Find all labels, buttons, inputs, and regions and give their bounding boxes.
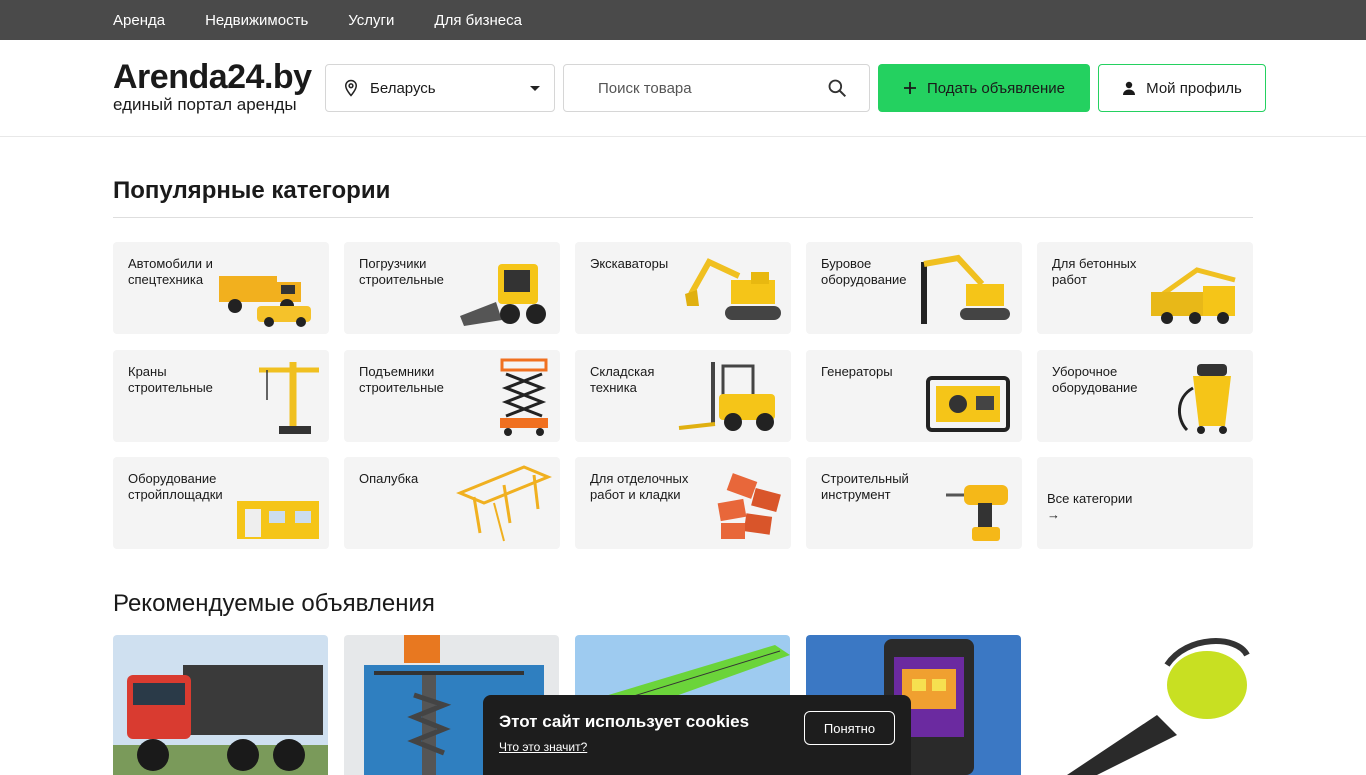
category-label: Погрузчики строительные — [359, 256, 444, 287]
region-select[interactable]: Беларусь — [325, 64, 555, 112]
location-pin-icon — [344, 79, 358, 97]
category-site-equipment[interactable]: Оборудование стройплощадки — [113, 457, 329, 549]
logo-title: Arenda24.by — [113, 58, 312, 96]
category-label: Подъемники строительные — [359, 363, 444, 395]
formwork-icon — [456, 465, 552, 542]
search-icon[interactable] — [827, 78, 847, 98]
top-nav: Аренда Недвижимость Услуги Для бизнеса — [0, 0, 1366, 40]
category-warehouse[interactable]: Складская техника — [575, 349, 791, 442]
section-divider — [113, 217, 1253, 218]
scissor-lift-icon — [500, 358, 548, 436]
plus-icon — [903, 82, 916, 94]
drilling-rig-icon — [921, 254, 1010, 324]
cookie-accept-button[interactable]: Понятно — [804, 711, 895, 745]
nav-link-rent[interactable]: Аренда — [113, 12, 165, 29]
nav-link-services[interactable]: Услуги — [348, 12, 394, 29]
logo-subtitle: единый портал аренды — [113, 95, 297, 114]
category-label: Строительный инструмент — [821, 471, 909, 502]
bricks-icon — [717, 473, 781, 539]
cookie-title: Этот сайт использует cookies — [499, 712, 750, 731]
recommended-title: Рекомендуемые объявления — [113, 590, 435, 617]
category-finishing[interactable]: Для отделочных работ и кладки — [575, 457, 791, 549]
profile-button[interactable]: Мой профиль — [1098, 64, 1266, 112]
skid-loader-icon — [460, 264, 546, 326]
category-label: Для отделочных работ и кладки — [590, 471, 689, 502]
search-box — [563, 64, 870, 112]
category-label: Опалубка — [359, 471, 419, 486]
category-drilling[interactable]: Буровое оборудование — [806, 242, 1022, 334]
leaf-blower-photo — [1037, 635, 1252, 775]
category-label: Экскаваторы — [590, 256, 669, 271]
nav-link-realty[interactable]: Недвижимость — [205, 12, 308, 29]
category-label: Уборочное оборудование — [1052, 363, 1138, 395]
all-categories-label: Все категории — [1047, 491, 1133, 506]
category-lifts[interactable]: Подъемники строительные — [344, 349, 560, 442]
chevron-down-icon — [530, 85, 540, 91]
arrow-right-icon: → — [1047, 507, 1060, 522]
category-formwork[interactable]: Опалубка — [344, 457, 560, 549]
all-categories-link[interactable]: Все категории → — [1047, 475, 1132, 523]
concrete-pump-icon — [1151, 267, 1236, 324]
category-tools[interactable]: Строительный инструмент — [806, 457, 1022, 549]
post-ad-button[interactable]: Подать объявление — [878, 64, 1090, 112]
search-input[interactable] — [598, 79, 827, 97]
category-grid: Автомобили и спецтехника Погрузчики стро… — [113, 242, 1253, 549]
category-label: Оборудование стройплощадки — [128, 471, 223, 502]
cookie-banner: Этот сайт использует cookies Что это зна… — [483, 695, 911, 775]
site-logo[interactable]: Arenda24.by единый портал аренды — [113, 58, 312, 114]
excavator-icon — [685, 258, 781, 320]
container-cabin-icon — [237, 501, 319, 539]
category-label: Генераторы — [821, 363, 893, 379]
forklift-icon — [678, 361, 775, 431]
category-concrete[interactable]: Для бетонных работ — [1037, 242, 1253, 334]
vacuum-cleaner-icon — [1178, 363, 1231, 434]
user-icon — [1123, 81, 1136, 95]
category-excavators[interactable]: Экскаваторы — [575, 242, 791, 334]
category-cars[interactable]: Автомобили и спецтехника — [113, 242, 329, 334]
nav-link-business[interactable]: Для бизнеса — [434, 12, 522, 29]
power-drill-icon — [946, 485, 1008, 541]
category-cranes[interactable]: Краны строительные — [113, 349, 329, 442]
popular-categories-title: Популярные категории — [113, 177, 391, 204]
category-label: Краны строительные — [128, 363, 213, 395]
category-cleaning[interactable]: Уборочное оборудование — [1037, 349, 1253, 442]
tower-crane-icon — [259, 361, 319, 434]
generator-icon — [926, 375, 1010, 432]
dump-truck-photo — [113, 635, 328, 775]
cookie-info-link[interactable]: Что это значит? — [499, 740, 587, 754]
listing-card-dump-truck[interactable] — [113, 635, 328, 775]
post-ad-label: Подать объявление — [926, 79, 1066, 97]
category-generators[interactable]: Генераторы — [806, 349, 1022, 442]
profile-label: Мой профиль — [1146, 79, 1242, 97]
all-categories-tile[interactable]: Все категории → — [1037, 457, 1253, 549]
site-header: Arenda24.by единый портал аренды Беларус… — [0, 40, 1366, 137]
listing-card-leaf-blower[interactable] — [1037, 635, 1252, 775]
region-value: Беларусь — [370, 79, 436, 97]
category-loaders[interactable]: Погрузчики строительные — [344, 242, 560, 334]
dump-truck-icon — [219, 276, 311, 327]
